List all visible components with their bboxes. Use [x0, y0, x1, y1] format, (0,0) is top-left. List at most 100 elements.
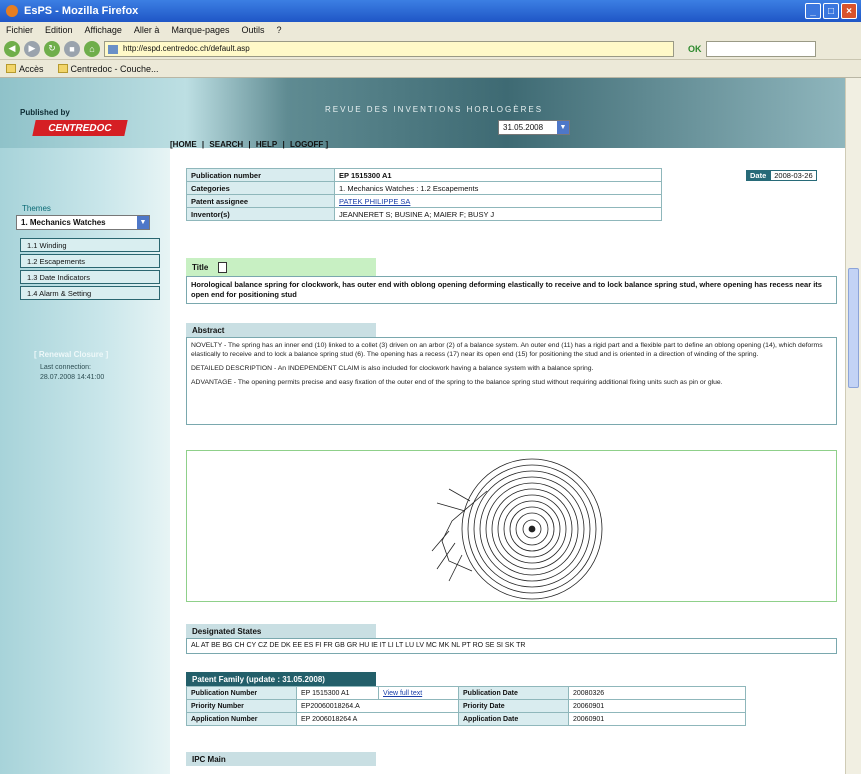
menu-view[interactable]: Affichage: [85, 25, 122, 35]
abstract-advantage: ADVANTAGE - The opening permits precise …: [191, 379, 723, 386]
minimize-icon[interactable]: _: [805, 3, 821, 19]
stop-icon[interactable]: ■: [64, 40, 80, 57]
close-icon[interactable]: ×: [841, 3, 857, 19]
renewal-closure-link[interactable]: [ Renewal Closure ]: [34, 350, 108, 359]
designated-states-tab: Designated States: [186, 624, 376, 638]
submenu-item-winding[interactable]: 1.1 Winding: [20, 238, 160, 252]
family-pub-date: 20080326: [568, 686, 746, 700]
centredoc-logo[interactable]: CENTREDOC: [32, 120, 128, 136]
reload-icon[interactable]: ↻: [44, 40, 60, 57]
abstract-novelty: NOVELTY - The spring has an inner end (1…: [191, 342, 823, 358]
record-date: Date 2008-03-26: [746, 170, 817, 181]
table-row: Patent assignee PATEK PHILIPPE SA: [186, 194, 662, 208]
url-field[interactable]: http://espd.centredoc.ch/default.asp: [104, 40, 674, 57]
forward-icon[interactable]: ▶: [24, 40, 40, 57]
patent-assignee-label: Patent assignee: [186, 194, 335, 208]
title-section-tab: Title: [186, 258, 376, 276]
last-connection-label: Last connection:: [40, 364, 91, 371]
submenu-item-date-indicators[interactable]: 1.3 Date Indicators: [20, 270, 160, 284]
nav-separator: |: [248, 140, 251, 149]
family-priority-date: 20060901: [568, 699, 746, 713]
publication-number-value: EP 1515300 A1: [334, 168, 662, 182]
chevron-down-icon[interactable]: ▼: [557, 121, 569, 134]
record-metadata-table: Publication number EP 1515300 A1 Categor…: [186, 168, 662, 221]
date-value: 2008-03-26: [770, 170, 817, 181]
patent-assignee-link[interactable]: PATEK PHILIPPE SA: [339, 197, 410, 206]
top-navigation: [HOME | SEARCH | HELP | LOGOFF ]: [170, 140, 331, 149]
family-app-number: EP 2006018264 A: [296, 712, 459, 726]
table-row: Publication Number EP 1515300 A1 View fu…: [186, 686, 746, 700]
patent-assignee-cell: PATEK PHILIPPE SA: [334, 194, 662, 208]
menu-go[interactable]: Aller à: [134, 25, 160, 35]
family-pub-date-label: Publication Date: [458, 686, 569, 700]
table-row: Priority Number EP20060018264.A Priority…: [186, 699, 746, 713]
designated-states-list: AL AT BE BG CH CY CZ DE DK EE ES FI FR G…: [186, 638, 837, 654]
page-icon: [57, 64, 68, 73]
menu-bookmarks[interactable]: Marque-pages: [171, 25, 229, 35]
menu-tools[interactable]: Outils: [241, 25, 264, 35]
patent-drawing: [186, 450, 837, 602]
categories-label: Categories: [186, 181, 335, 195]
chevron-down-icon[interactable]: ▼: [137, 216, 149, 229]
navigation-toolbar: ◀ ▶ ↻ ■ ⌂ http://espd.centredoc.ch/defau…: [0, 38, 861, 60]
ipc-main-tab: IPC Main: [186, 752, 376, 766]
family-priority-number-label: Priority Number: [186, 699, 297, 713]
date-label: Date: [746, 170, 771, 181]
family-app-number-label: Application Number: [186, 712, 297, 726]
balance-spring-drawing: [431, 458, 603, 600]
inventors-label: Inventor(s): [186, 207, 335, 221]
nav-logoff[interactable]: LOGOFF ]: [290, 140, 328, 149]
inventors-value: JEANNERET S; BUSINE A; MAIER F; BUSY J: [334, 207, 662, 221]
document-icon[interactable]: [218, 261, 228, 273]
submenu-item-escapements[interactable]: 1.2 Escapements: [20, 254, 160, 268]
window-titlebar: EsPS - Mozilla Firefox _ □ ×: [0, 0, 861, 22]
family-priority-date-label: Priority Date: [458, 699, 569, 713]
patent-family-tab: Patent Family (update : 31.05.2008): [186, 672, 376, 686]
table-row: Categories 1. Mechanics Watches : 1.2 Es…: [186, 181, 662, 195]
abstract-detailed-description: DETAILED DESCRIPTION - An INDEPENDENT CL…: [191, 365, 594, 372]
sidebar: [0, 78, 170, 774]
menu-file[interactable]: Fichier: [6, 25, 33, 35]
family-app-date: 20060901: [568, 712, 746, 726]
nav-help[interactable]: HELP: [256, 140, 277, 149]
issue-date-select[interactable]: 31.05.2008 ▼: [498, 120, 570, 135]
categories-value: 1. Mechanics Watches : 1.2 Escapements: [334, 181, 662, 195]
home-icon[interactable]: ⌂: [84, 40, 100, 57]
family-pub-number-label: Publication Number: [186, 686, 297, 700]
abstract-text: NOVELTY - The spring has an inner end (1…: [186, 337, 837, 425]
theme-submenu: 1.1 Winding 1.2 Escapements 1.3 Date Ind…: [20, 238, 160, 302]
submenu-item-alarm-setting[interactable]: 1.4 Alarm & Setting: [20, 286, 160, 300]
bookmark-item[interactable]: Centredoc - Couche...: [57, 64, 159, 74]
nav-search[interactable]: SEARCH: [209, 140, 243, 149]
menu-bar: Fichier Edition Affichage Aller à Marque…: [0, 22, 861, 38]
abstract-section-tab: Abstract: [186, 323, 376, 337]
window-title: EsPS - Mozilla Firefox: [24, 5, 139, 17]
menu-help[interactable]: ?: [277, 25, 282, 35]
full-text-cell: View full text: [378, 686, 459, 700]
family-pub-number: EP 1515300 A1: [296, 686, 379, 700]
family-app-date-label: Application Date: [458, 712, 569, 726]
published-by-label: Published by: [20, 108, 70, 117]
nav-home[interactable]: [HOME: [170, 140, 197, 149]
table-row: Inventor(s) JEANNERET S; BUSINE A; MAIER…: [186, 207, 662, 221]
search-input[interactable]: [705, 40, 816, 57]
nav-separator: |: [201, 140, 205, 149]
scroll-thumb[interactable]: [848, 268, 859, 388]
bookmarks-toolbar: Accès Centredoc - Couche...: [0, 60, 861, 78]
themes-label: Themes: [22, 204, 51, 213]
folder-icon: [6, 64, 16, 73]
bookmark-item[interactable]: Accès: [6, 64, 44, 74]
back-icon[interactable]: ◀: [4, 40, 20, 57]
menu-edit[interactable]: Edition: [45, 25, 73, 35]
theme-select[interactable]: 1. Mechanics Watches ▼: [16, 215, 150, 230]
go-button[interactable]: OK: [688, 44, 702, 54]
table-row: Publication number EP 1515300 A1: [186, 168, 662, 182]
patent-family-table: Publication Number EP 1515300 A1 View fu…: [186, 686, 746, 726]
patent-title: Horological balance spring for clockwork…: [186, 276, 837, 304]
view-full-text-link[interactable]: View full text: [383, 690, 422, 697]
maximize-icon[interactable]: □: [823, 3, 839, 19]
last-connection-date: 28.07.2008 14:41:00: [40, 374, 105, 381]
page-scrollbar[interactable]: [845, 78, 861, 774]
firefox-icon: [6, 5, 18, 17]
title-label: Title: [192, 262, 209, 272]
